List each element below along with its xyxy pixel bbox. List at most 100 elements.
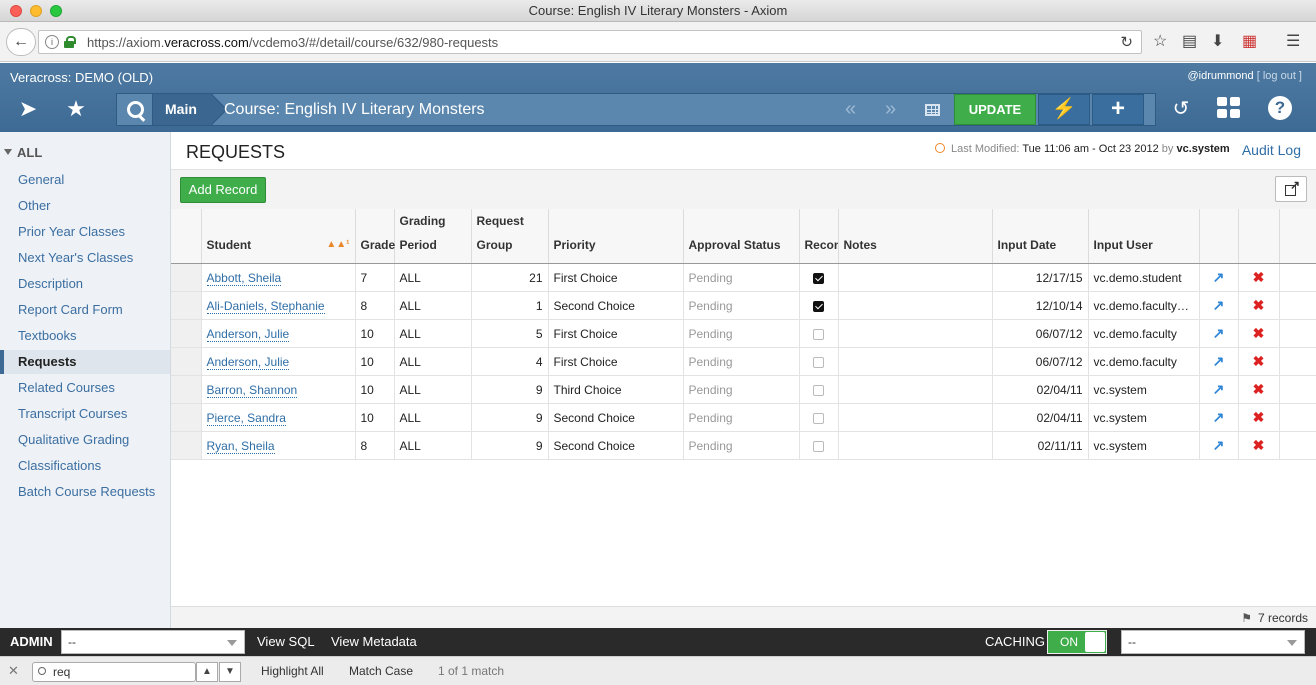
back-button[interactable]: ← <box>6 28 36 56</box>
highlight-all-button[interactable]: Highlight All <box>261 657 324 685</box>
reload-icon[interactable]: ↻ <box>1120 33 1133 51</box>
rocket-icon[interactable]: ➤ <box>10 94 46 124</box>
delete-icon[interactable]: ✖ <box>1253 381 1265 397</box>
sidebar-item-related-courses[interactable]: Related Courses <box>0 376 170 400</box>
delete-icon[interactable]: ✖ <box>1253 437 1265 453</box>
search-icon[interactable] <box>117 94 153 125</box>
recon-checkbox[interactable] <box>813 356 824 368</box>
student-link[interactable]: Anderson, Julie <box>206 326 290 342</box>
recon-checkbox[interactable] <box>813 412 824 424</box>
table-row[interactable]: Ryan, Sheila 8 ALL 9 Second Choice Pending 02/… <box>171 431 1316 460</box>
recon-checkbox[interactable] <box>813 440 824 452</box>
close-window-button[interactable] <box>10 5 22 17</box>
column-header-input-user[interactable]: Input User <box>1088 209 1200 264</box>
grid-view-icon[interactable] <box>925 104 940 116</box>
student-link[interactable]: Ryan, Sheila <box>206 438 275 454</box>
sidebar-item-transcript-courses[interactable]: Transcript Courses <box>0 402 170 426</box>
next-record-icon[interactable]: » <box>885 94 896 124</box>
open-record-icon[interactable]: ↗ <box>1213 297 1225 313</box>
sidebar-item-description[interactable]: Description <box>0 272 170 296</box>
student-link[interactable]: Ali-Daniels, Stephanie <box>206 298 325 314</box>
recon-checkbox[interactable] <box>813 384 824 396</box>
admin-select[interactable]: -- <box>61 630 245 654</box>
find-previous-button[interactable]: ▲ <box>196 662 218 682</box>
column-header-approval-status[interactable]: Approval Status <box>683 209 800 264</box>
sidebar-item-requests[interactable]: Requests <box>0 350 170 374</box>
recon-checkbox[interactable] <box>813 272 824 284</box>
open-external-icon[interactable] <box>1275 176 1307 202</box>
star-icon[interactable]: ★ <box>58 94 94 124</box>
row-selector[interactable] <box>171 431 202 460</box>
column-header-grading-period[interactable]: Grading Period <box>394 209 472 264</box>
table-row[interactable]: Pierce, Sandra 10 ALL 9 Second Choice Pending… <box>171 403 1316 432</box>
match-case-button[interactable]: Match Case <box>349 657 413 685</box>
update-button[interactable]: UPDATE <box>954 94 1036 125</box>
url-bar[interactable]: i https://axiom.veracross.com/vcdemo3/#/… <box>38 30 1142 54</box>
delete-icon[interactable]: ✖ <box>1253 269 1265 285</box>
student-link[interactable]: Anderson, Julie <box>206 354 290 370</box>
extension-icon[interactable]: ▦ <box>1242 32 1257 52</box>
column-header-grade[interactable]: Grade <box>355 209 395 264</box>
sidebar-all-toggle[interactable]: ALL <box>4 145 42 160</box>
logout-link[interactable]: [ log out ] <box>1257 70 1302 82</box>
column-header-request-group[interactable]: Request Group <box>471 209 549 264</box>
table-row[interactable]: Barron, Shannon 10 ALL 9 Third Choice Pending… <box>171 375 1316 404</box>
help-icon[interactable]: ? <box>1268 96 1292 120</box>
breadcrumb-main[interactable]: Main <box>153 94 213 125</box>
column-header-recon[interactable]: Recon <box>799 209 839 264</box>
reading-list-icon[interactable]: ▤ <box>1182 32 1197 52</box>
sidebar-item-next-years-classes[interactable]: Next Year's Classes <box>0 246 170 270</box>
sidebar-item-classifications[interactable]: Classifications <box>0 454 170 478</box>
row-selector[interactable] <box>171 319 202 348</box>
dashboard-icon[interactable] <box>1217 97 1241 119</box>
add-icon[interactable]: + <box>1092 94 1144 125</box>
column-header-priority[interactable]: Priority <box>548 209 684 264</box>
table-row[interactable]: Abbott, Sheila 7 ALL 21 First Choice Pending 1… <box>171 263 1316 292</box>
delete-icon[interactable]: ✖ <box>1253 297 1265 313</box>
column-header-student[interactable]: Student ▲▲¹ <box>201 209 356 264</box>
lightning-icon[interactable]: ⚡ <box>1038 94 1090 125</box>
caching-toggle[interactable]: ON <box>1047 630 1107 654</box>
row-selector[interactable] <box>171 375 202 404</box>
download-icon[interactable]: ⬇ <box>1211 32 1224 52</box>
delete-icon[interactable]: ✖ <box>1253 409 1265 425</box>
delete-icon[interactable]: ✖ <box>1253 353 1265 369</box>
sidebar-item-report-card-form[interactable]: Report Card Form <box>0 298 170 322</box>
menu-icon[interactable]: ☰ <box>1286 32 1300 52</box>
find-input[interactable]: req <box>32 662 196 682</box>
recon-checkbox[interactable] <box>813 300 824 312</box>
row-selector[interactable] <box>171 347 202 376</box>
previous-record-icon[interactable]: « <box>845 94 856 124</box>
view-metadata-link[interactable]: View Metadata <box>331 628 417 656</box>
sidebar-item-general[interactable]: General <box>0 168 170 192</box>
student-link[interactable]: Abbott, Sheila <box>206 270 282 286</box>
sidebar-item-batch-course-requests[interactable]: Batch Course Requests <box>0 480 170 504</box>
column-header-input-date[interactable]: Input Date <box>992 209 1089 264</box>
info-icon[interactable]: i <box>45 35 59 49</box>
sidebar-item-prior-year-classes[interactable]: Prior Year Classes <box>0 220 170 244</box>
audit-log-link[interactable]: Audit Log <box>1242 142 1301 158</box>
open-record-icon[interactable]: ↗ <box>1213 353 1225 369</box>
zoom-window-button[interactable] <box>50 5 62 17</box>
column-header-notes[interactable]: Notes <box>838 209 993 264</box>
student-link[interactable]: Barron, Shannon <box>206 382 298 398</box>
open-record-icon[interactable]: ↗ <box>1213 325 1225 341</box>
table-row[interactable]: Ali-Daniels, Stephanie 8 ALL 1 Second Choice… <box>171 291 1316 320</box>
table-row[interactable]: Anderson, Julie 10 ALL 5 First Choice Pending… <box>171 319 1316 348</box>
bookmark-star-icon[interactable]: ☆ <box>1153 32 1167 52</box>
view-sql-link[interactable]: View SQL <box>257 628 315 656</box>
table-row[interactable]: Anderson, Julie 10 ALL 4 First Choice Pending… <box>171 347 1316 376</box>
open-record-icon[interactable]: ↗ <box>1213 409 1225 425</box>
recon-checkbox[interactable] <box>813 328 824 340</box>
student-link[interactable]: Pierce, Sandra <box>206 410 286 426</box>
delete-icon[interactable]: ✖ <box>1253 325 1265 341</box>
find-next-button[interactable]: ▼ <box>219 662 241 682</box>
row-selector[interactable] <box>171 291 202 320</box>
minimize-window-button[interactable] <box>30 5 42 17</box>
open-record-icon[interactable]: ↗ <box>1213 269 1225 285</box>
add-record-button[interactable]: Add Record <box>180 177 266 203</box>
sidebar-item-other[interactable]: Other <box>0 194 170 218</box>
caching-select[interactable]: -- <box>1121 630 1305 654</box>
history-icon[interactable]: ↺ <box>1164 94 1198 124</box>
sidebar-item-textbooks[interactable]: Textbooks <box>0 324 170 348</box>
